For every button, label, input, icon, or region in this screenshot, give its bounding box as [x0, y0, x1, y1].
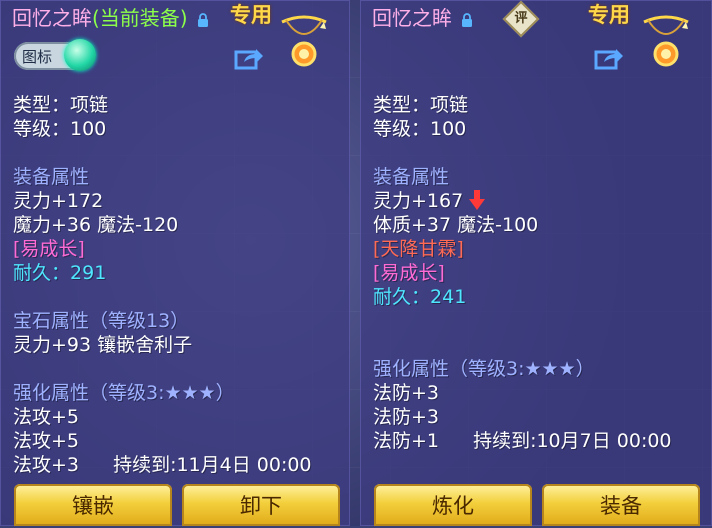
compare-item-tooltip: 回忆之眸 评 专用 类型：项链 等级：100 装备属性 灵力+167 体质+37… — [360, 0, 712, 526]
gem-attr-header: 宝石属性（等级13） — [13, 310, 190, 332]
enhance-line-3: 法防+1 持续到:10月7日 00:00 — [373, 426, 672, 453]
necklace-icon — [643, 15, 689, 67]
level-line: 等级：100 — [13, 118, 107, 140]
type-line: 类型：项链 — [13, 94, 109, 116]
durability-label: 耐久： — [13, 262, 71, 284]
gem-line: 灵力+93 镶嵌舍利子 — [13, 334, 193, 356]
attr-line-1: 灵力+172 — [13, 190, 104, 212]
durability-label: 耐久： — [373, 286, 431, 308]
level-line: 等级：100 — [373, 118, 467, 140]
share-icon[interactable] — [234, 46, 264, 70]
blessing-tag: [天降甘霖] — [373, 238, 464, 260]
enhance-line-3-value: 法攻+3 — [13, 454, 80, 476]
durability-value: 241 — [430, 286, 467, 308]
item-title: 回忆之眸 — [372, 2, 473, 31]
attr-line-2: 魔力+36 魔法-120 — [13, 214, 179, 236]
attr-line-2: 体质+37 魔法-100 — [373, 214, 539, 236]
duration-until: 持续到:10月7日 00:00 — [473, 430, 672, 452]
item-title: 回忆之眸(当前装备) — [12, 2, 209, 31]
enhance-line-1: 法攻+5 — [13, 406, 80, 428]
equipped-tag: (当前装备) — [92, 6, 188, 30]
unequip-button[interactable]: 卸下 — [182, 484, 340, 526]
durability-value: 291 — [70, 262, 107, 284]
type-line: 类型：项链 — [373, 94, 469, 116]
special-tag: 专用 — [230, 3, 272, 27]
special-tag: 专用 — [588, 3, 630, 27]
attr-line-1: 灵力+167 — [373, 186, 486, 213]
attr-line-1-value: 灵力+167 — [373, 190, 464, 212]
refine-button[interactable]: 炼化 — [374, 484, 532, 526]
icon-toggle[interactable]: 图标 — [14, 39, 96, 71]
lock-icon — [462, 12, 473, 27]
decrease-arrow-icon — [469, 190, 486, 210]
growth-tag: [易成长] — [373, 262, 445, 284]
equipped-item-tooltip: 回忆之眸(当前装备) 专用 图标 类型：项链 等级：100 装备属性 灵力+17… — [0, 0, 350, 526]
enhance-attr-header: 强化属性（等级3:★★★） — [373, 358, 595, 380]
necklace-icon — [281, 15, 327, 67]
rate-badge-label: 评 — [514, 11, 528, 26]
enhance-line-3-value: 法防+1 — [373, 430, 440, 452]
enhance-line-3: 法攻+3 持续到:11月4日 00:00 — [13, 450, 312, 477]
durability-line: 耐久：291 — [13, 258, 106, 285]
inlay-button[interactable]: 镶嵌 — [14, 484, 172, 526]
icon-toggle-label: 图标 — [22, 48, 53, 66]
enhance-attr-header: 强化属性（等级3:★★★） — [13, 382, 235, 404]
equip-attr-header: 装备属性 — [373, 166, 450, 188]
item-name: 回忆之眸 — [372, 6, 452, 30]
enhance-line-2: 法防+3 — [373, 406, 440, 428]
share-icon[interactable] — [594, 46, 624, 70]
enhance-line-2: 法攻+5 — [13, 430, 80, 452]
toggle-knob-icon — [64, 39, 96, 71]
lock-icon — [197, 12, 208, 27]
duration-until: 持续到:11月4日 00:00 — [113, 454, 312, 476]
equip-button[interactable]: 装备 — [542, 484, 700, 526]
durability-line: 耐久：241 — [373, 282, 466, 309]
rate-badge-icon[interactable]: 评 — [502, 0, 540, 38]
growth-tag: [易成长] — [13, 238, 85, 260]
enhance-line-1: 法防+3 — [373, 382, 440, 404]
equip-attr-header: 装备属性 — [13, 166, 90, 188]
item-name: 回忆之眸 — [12, 6, 92, 30]
